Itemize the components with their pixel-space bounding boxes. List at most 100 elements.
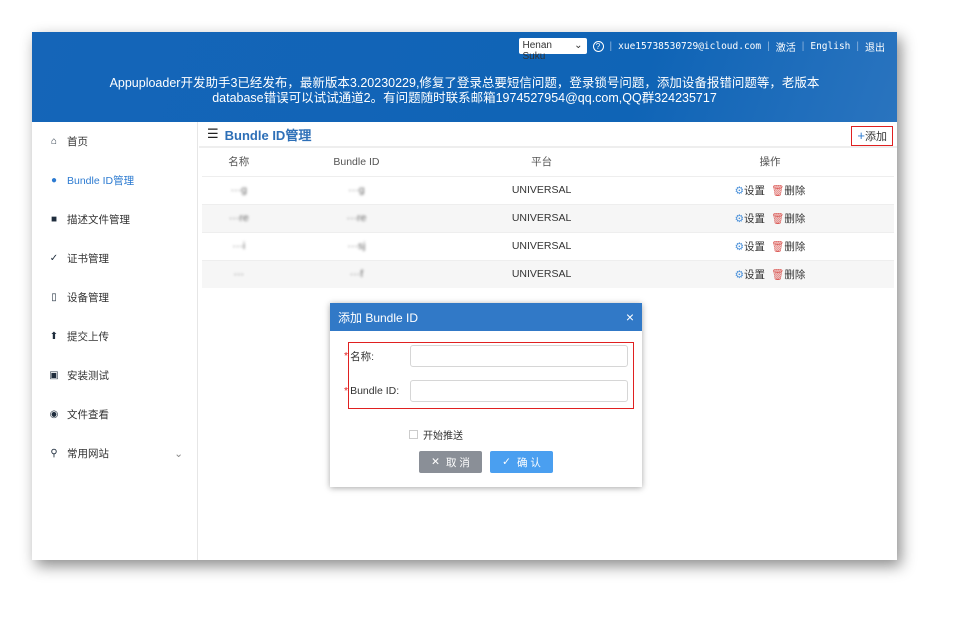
- name-value: ···re: [228, 212, 249, 224]
- sidebar-item-label: 首页: [67, 136, 88, 148]
- phone-icon: ▯: [51, 292, 57, 303]
- bundle-id-value: ···sj: [347, 240, 366, 252]
- sidebar-item-certificates[interactable]: ✓ 证书管理: [32, 239, 197, 278]
- logout-link[interactable]: 退出: [865, 39, 885, 54]
- sidebar-item-devices[interactable]: ▯ 设备管理: [32, 278, 197, 317]
- checkbox-icon: [409, 430, 418, 439]
- settings-label: 设置: [744, 184, 765, 197]
- sidebar-item-label: Bundle ID管理: [67, 175, 135, 187]
- confirm-button[interactable]: ✓ 确 认: [490, 451, 553, 473]
- sidebar-item-profiles[interactable]: ■ 描述文件管理: [32, 200, 197, 239]
- delete-label: 删除: [784, 184, 806, 197]
- settings-button[interactable]: ⚙设置: [735, 211, 765, 226]
- eye-icon: ◉: [49, 409, 59, 420]
- upload-icon: ⬆: [49, 331, 59, 342]
- bundle-id-value: ···re: [346, 212, 367, 224]
- table-row: ···g ···g UNIVERSAL ⚙设置 🗑删除: [202, 175, 894, 204]
- name-value: ···g: [230, 184, 247, 196]
- gear-icon: ⚙: [734, 268, 744, 281]
- page-title: Bundle ID管理: [224, 127, 312, 143]
- row-platform: UNIVERSAL: [437, 259, 646, 288]
- confirm-label: 确 认: [516, 456, 541, 469]
- home-icon: ⌂: [50, 136, 58, 147]
- sidebar-item-home[interactable]: ⌂ 首页: [32, 122, 197, 161]
- column-header: 操作: [759, 156, 781, 169]
- settings-button[interactable]: ⚙设置: [735, 183, 765, 198]
- add-button[interactable]: +添加: [851, 126, 893, 146]
- delete-button[interactable]: 🗑删除: [771, 267, 805, 282]
- close-icon[interactable]: ×: [626, 309, 634, 325]
- question-circle-icon[interactable]: ?: [592, 40, 604, 52]
- table-row: ··· ···f UNIVERSAL ⚙设置 🗑删除: [202, 259, 894, 288]
- chevron-down-icon: ⌄: [574, 40, 583, 51]
- bundle-id-input[interactable]: [410, 380, 629, 402]
- notice-banner: Appuploader开发助手3已经发布，最新版本3.20230229,修复了登…: [32, 76, 897, 106]
- activate-link[interactable]: 激活: [776, 39, 796, 54]
- table-row: ···re ···re UNIVERSAL ⚙设置 🗑删除: [202, 203, 894, 232]
- push-checkbox[interactable]: 开始推送: [409, 427, 463, 442]
- sidebar-item-install[interactable]: ▣ 安装测试: [32, 356, 197, 395]
- sidebar-item-upload[interactable]: ⬆ 提交上传: [32, 317, 197, 356]
- add-label: 添加: [865, 131, 887, 143]
- row-bundle-id: ···re: [275, 203, 438, 232]
- info-circle-icon: ●: [50, 175, 58, 186]
- bundle-id-value: ···g: [348, 184, 365, 196]
- gear-icon: ⚙: [734, 184, 744, 197]
- row-actions: ⚙设置 🗑删除: [645, 203, 894, 232]
- name-value: ···: [233, 268, 245, 281]
- region-select[interactable]: Henan Suku ⌄: [518, 38, 587, 62]
- bundle-id-label: Bundle ID:: [350, 385, 400, 397]
- row-bundle-id: ···sj: [275, 231, 438, 260]
- menu-icon: ☰: [207, 126, 219, 141]
- delete-label: 删除: [784, 240, 806, 253]
- cancel-label: 取 消: [445, 456, 470, 469]
- row-platform: UNIVERSAL: [437, 231, 646, 260]
- settings-label: 设置: [744, 240, 765, 253]
- check-circle-icon: ✓: [49, 253, 59, 264]
- language-link[interactable]: English: [810, 41, 850, 52]
- sidebar-item-websites[interactable]: ⚲ 常用网站 ⌄: [32, 434, 197, 473]
- sidebar-item-label: 安装测试: [67, 370, 109, 382]
- cancel-button[interactable]: ✕ 取 消: [419, 451, 482, 473]
- sidebar-item-bundle-id[interactable]: ● Bundle ID管理: [32, 161, 197, 200]
- account-email[interactable]: xue15738530729@icloud.com: [618, 41, 761, 52]
- row-name: ···: [202, 259, 276, 288]
- name-value: ···i: [232, 240, 246, 252]
- sidebar-item-label: 描述文件管理: [67, 214, 130, 226]
- sidebar: ⌂ 首页 ● Bundle ID管理 ■ 描述文件管理 ✓ 证书管理 ▯ 设备管理 ⬆ 提交…: [32, 122, 198, 560]
- row-actions: ⚙设置 🗑删除: [645, 231, 894, 260]
- row-actions: ⚙设置 🗑删除: [645, 259, 894, 288]
- name-input[interactable]: [410, 345, 629, 367]
- sidebar-item-label: 文件查看: [67, 409, 109, 421]
- delete-button[interactable]: 🗑删除: [771, 239, 805, 254]
- row-platform: UNIVERSAL: [437, 203, 646, 232]
- region-value: Henan Suku: [522, 40, 552, 62]
- column-header: 平台: [531, 156, 553, 169]
- settings-button[interactable]: ⚙设置: [735, 267, 765, 282]
- sidebar-item-files[interactable]: ◉ 文件查看: [32, 395, 197, 434]
- sidebar-item-label: 设备管理: [67, 292, 109, 304]
- column-header: 名称: [228, 156, 250, 169]
- dialog-title: 添加 Bundle ID: [338, 310, 419, 325]
- row-actions: ⚙设置 🗑删除: [645, 175, 894, 204]
- sidebar-item-label: 证书管理: [67, 253, 109, 265]
- delete-button[interactable]: 🗑删除: [771, 211, 805, 226]
- chevron-down-icon: ⌄: [174, 447, 183, 460]
- trash-icon: 🗑: [771, 268, 785, 281]
- settings-label: 设置: [744, 268, 765, 281]
- close-icon: ✕: [431, 456, 440, 468]
- plus-icon: +: [857, 128, 865, 143]
- sidebar-item-label: 提交上传: [67, 331, 109, 343]
- settings-button[interactable]: ⚙设置: [735, 239, 765, 254]
- trash-icon: 🗑: [771, 212, 785, 225]
- row-name: ···i: [202, 231, 276, 260]
- header: Henan Suku ⌄ ? | xue15738530729@icloud.co…: [32, 32, 897, 122]
- bundle-id-table: 名称 Bundle ID 平台 操作 ···g ···g UNIVERSAL ⚙设置 🗑…: [202, 148, 894, 288]
- gear-icon: ⚙: [734, 212, 744, 225]
- bundle-id-value: ···f: [349, 268, 364, 281]
- column-header: Bundle ID: [333, 155, 380, 168]
- gear-icon: ⚙: [734, 240, 744, 253]
- row-name: ···g: [202, 175, 276, 204]
- delete-button[interactable]: 🗑删除: [771, 183, 805, 198]
- location-icon: ⚲: [50, 448, 58, 459]
